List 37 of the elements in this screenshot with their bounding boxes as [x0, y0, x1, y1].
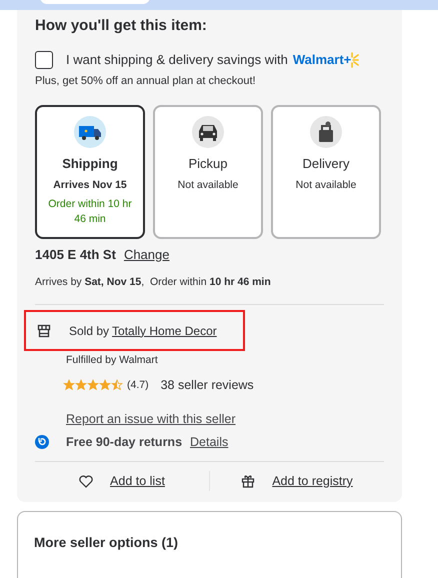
brand-name: Walmart+: [292, 51, 352, 69]
section-heading: How you'll get this item:: [35, 16, 208, 36]
delivery-option[interactable]: Pickup Not available: [153, 105, 263, 239]
checkbox-label: I want shipping & delivery savings with: [66, 51, 288, 69]
card-title: More seller options (1): [34, 534, 180, 552]
seller-link[interactable]: Totally Home Decor: [112, 322, 217, 340]
spark-icon: [351, 52, 360, 68]
report-link[interactable]: Report an issue with this seller: [66, 410, 236, 428]
order-deadline: Order within 10 hr 46 min: [47, 197, 133, 228]
details-link[interactable]: Details: [190, 432, 228, 452]
fulfilled-by: Fulfilled by Walmart: [66, 353, 159, 368]
gift-icon: [241, 474, 256, 488]
bag-icon: [310, 116, 342, 148]
return-icon: [35, 434, 49, 449]
seller-label: Sold by: [69, 322, 110, 340]
option-status: Arrives Nov 15: [53, 178, 127, 192]
action-link[interactable]: Add to registry: [272, 472, 353, 491]
car-icon: [192, 116, 224, 148]
heart-icon: [79, 474, 94, 488]
delivery-option[interactable]: Delivery Not available: [271, 105, 381, 239]
truck-icon: [74, 116, 106, 148]
checkbox[interactable]: [35, 50, 53, 69]
store-icon: [37, 324, 51, 338]
option-status: Not available: [178, 178, 238, 192]
change-link[interactable]: Change: [124, 245, 170, 264]
option-title: Delivery: [302, 155, 350, 173]
returns-label: Free 90-day returns: [66, 434, 182, 451]
arrival-info: Arrives by Sat, Nov 15, Order within 10 hr 46 min: [35, 274, 272, 290]
option-status: Not available: [296, 178, 356, 192]
action-link[interactable]: Add to list: [110, 472, 165, 491]
delivery-option[interactable]: Shipping Arrives Nov 15 Order within 10 hr 46 min: [35, 105, 145, 239]
option-title: Shipping: [62, 155, 118, 173]
review-count: 38 seller reviews: [160, 377, 254, 394]
option-title: Pickup: [188, 155, 228, 173]
rating-value: (4.7): [127, 378, 149, 392]
promo-note: Plus, get 50% off an annual plan at checkout!: [35, 74, 257, 88]
address: 1405 E 4th St: [35, 246, 116, 264]
